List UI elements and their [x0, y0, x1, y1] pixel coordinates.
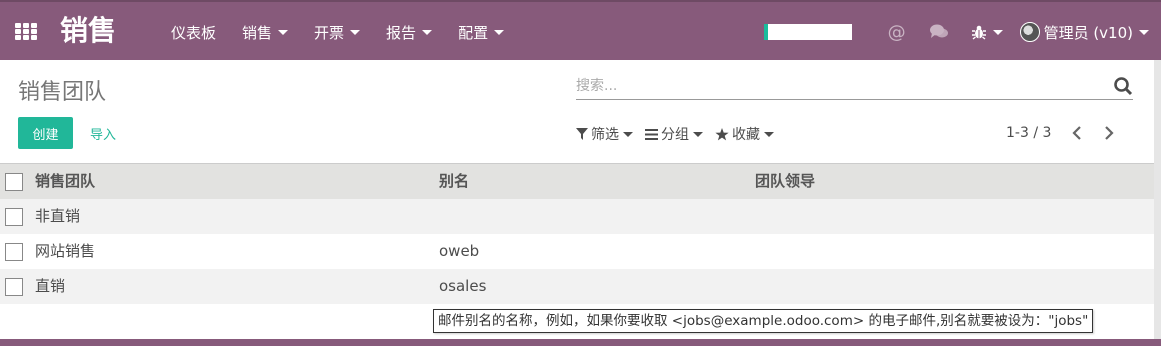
menu-invoicing[interactable]: 开票 — [301, 2, 373, 62]
group-by-label: 分组 — [661, 127, 689, 143]
messaging-button[interactable] — [928, 21, 950, 43]
apps-menu-icon[interactable] — [15, 23, 37, 41]
table-row[interactable]: 非直销 — [0, 199, 1154, 234]
top-menu: 仪表板 销售 开票 报告 配置 — [158, 2, 517, 62]
progress-bar — [763, 24, 852, 40]
chevron-right-icon — [1105, 126, 1114, 140]
chevron-down-icon — [623, 131, 633, 137]
cell-team: 非直销 — [35, 207, 81, 225]
user-name: 管理员 (v10) — [1043, 23, 1133, 42]
menu-sales[interactable]: 销售 — [229, 2, 301, 62]
chevron-down-icon — [350, 29, 361, 35]
cell-alias: osales — [439, 277, 487, 295]
menu-reporting[interactable]: 报告 — [373, 2, 445, 62]
list-view: 销售团队 别名 团队领导 非直销 网站销售 oweb 直销 osales — [0, 163, 1154, 304]
scrollbar[interactable] — [1154, 60, 1161, 346]
search-options: 筛选 分组 收藏 — [576, 124, 786, 144]
progress-fill — [763, 24, 768, 40]
favorites-dropdown[interactable]: 收藏 — [715, 124, 774, 144]
bottom-bar — [0, 339, 1161, 346]
pager-previous-button[interactable] — [1067, 123, 1087, 143]
column-header-team[interactable]: 销售团队 — [35, 164, 95, 199]
search-icon[interactable] — [1113, 76, 1133, 96]
page-title: 销售团队 — [18, 80, 107, 105]
table-header: 销售团队 别名 团队领导 — [0, 164, 1154, 199]
column-header-alias[interactable]: 别名 — [439, 164, 469, 199]
group-by-dropdown[interactable]: 分组 — [645, 124, 703, 144]
chevron-down-icon — [278, 29, 289, 35]
chevron-down-icon — [693, 131, 703, 137]
menu-invoicing-label: 开票 — [314, 23, 345, 42]
chevron-down-icon — [764, 131, 774, 137]
user-menu[interactable]: 管理员 (v10) — [1019, 22, 1149, 43]
select-all-checkbox[interactable] — [5, 173, 23, 191]
systray: @ 管理员 (v10) — [763, 2, 1161, 62]
search-bar — [576, 72, 1133, 100]
column-header-leader[interactable]: 团队领导 — [755, 164, 815, 199]
filters-label: 筛选 — [591, 127, 619, 143]
main-navbar: 销售 仪表板 销售 开票 报告 配置 @ 管理员 (v10) — [0, 0, 1161, 60]
avatar — [1019, 22, 1040, 42]
mentions-button[interactable]: @ — [886, 21, 908, 43]
table-row[interactable]: 网站销售 oweb — [0, 234, 1154, 269]
chevron-down-icon — [1139, 29, 1149, 35]
filters-dropdown[interactable]: 筛选 — [576, 124, 633, 144]
menu-configuration[interactable]: 配置 — [445, 2, 517, 62]
pager-next-button[interactable] — [1099, 123, 1119, 143]
menu-configuration-label: 配置 — [458, 23, 489, 42]
menu-reporting-label: 报告 — [386, 23, 417, 42]
debug-menu-button[interactable] — [970, 21, 1004, 43]
cell-team: 网站销售 — [35, 242, 96, 260]
menu-dashboard-label: 仪表板 — [171, 23, 217, 42]
row-checkbox[interactable] — [5, 278, 23, 296]
row-checkbox[interactable] — [5, 208, 23, 226]
chevron-left-icon — [1072, 126, 1082, 140]
menu-dashboard[interactable]: 仪表板 — [158, 2, 229, 62]
chevron-down-icon — [992, 29, 1003, 35]
filter-icon — [576, 128, 588, 140]
search-input[interactable] — [576, 74, 1096, 98]
row-checkbox[interactable] — [5, 243, 23, 261]
import-button[interactable]: 导入 — [90, 124, 116, 143]
chevron-down-icon — [494, 29, 505, 35]
list-icon — [645, 128, 658, 140]
bug-icon — [971, 25, 986, 40]
chevron-down-icon — [422, 29, 433, 35]
table-row[interactable]: 直销 osales — [0, 269, 1154, 304]
at-icon: @ — [887, 21, 906, 43]
pager-value[interactable]: 1-3 / 3 — [1006, 125, 1051, 141]
menu-sales-label: 销售 — [242, 23, 273, 42]
favorites-label: 收藏 — [732, 127, 760, 143]
star-icon — [715, 127, 729, 140]
create-button[interactable]: 创建 — [18, 117, 73, 149]
cell-alias: oweb — [439, 242, 480, 260]
chat-bubbles-icon — [929, 24, 948, 38]
tooltip: 邮件别名的名称，例如，如果你要收取 <jobs@example.odoo.com… — [433, 309, 1094, 333]
cell-team: 直销 — [35, 277, 66, 295]
pager: 1-3 / 3 — [1006, 123, 1131, 143]
app-title: 销售 — [60, 14, 117, 47]
